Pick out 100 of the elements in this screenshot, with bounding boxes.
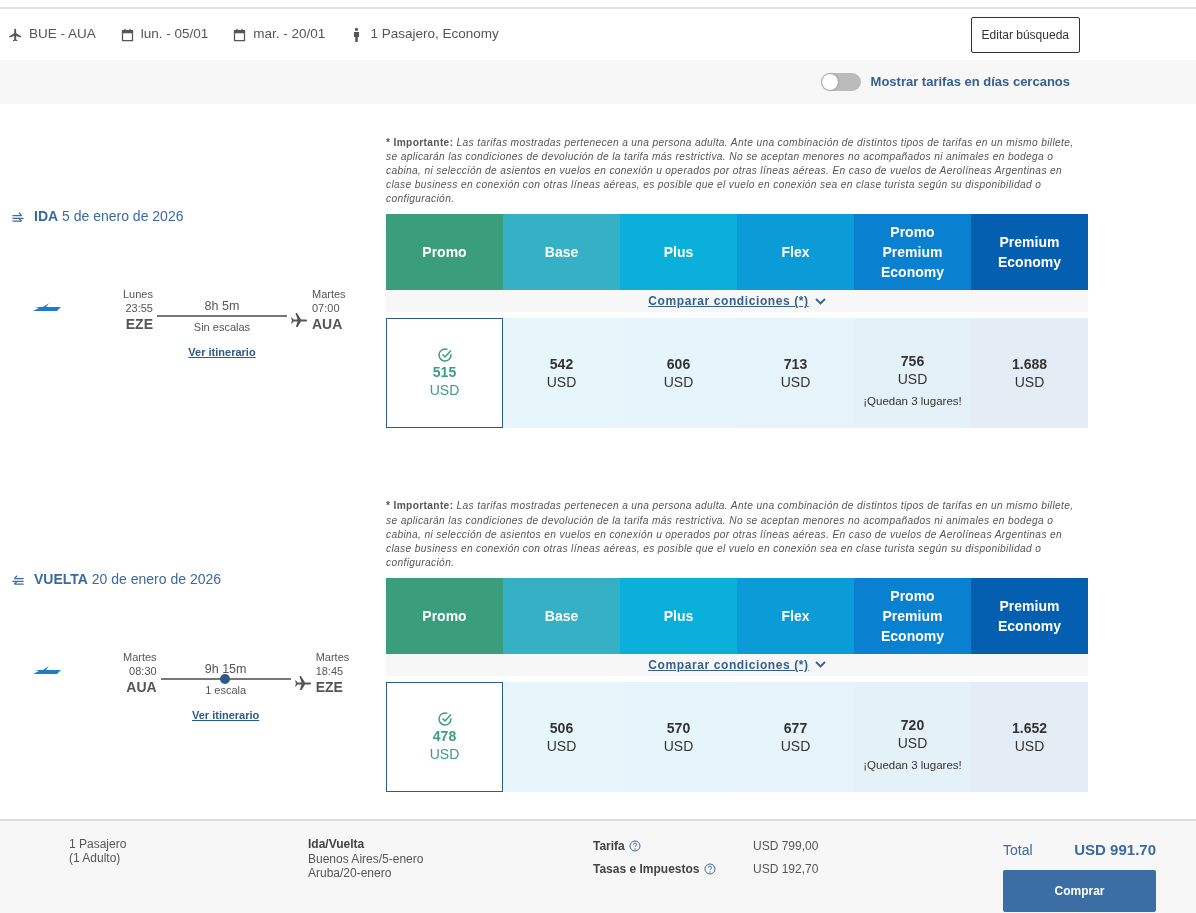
fare-header: Promo Premium Economy bbox=[854, 577, 971, 654]
fare-price: 1.688 bbox=[1011, 355, 1047, 374]
weekday-label: Martes bbox=[315, 650, 350, 665]
fare-price: 756 bbox=[900, 352, 925, 371]
calendar-icon bbox=[232, 26, 248, 43]
fare-header: Plus bbox=[620, 577, 737, 654]
fare-price: 478 bbox=[432, 726, 457, 745]
fare-price: 606 bbox=[666, 355, 691, 374]
time-label: 23:55 bbox=[125, 301, 153, 315]
charge-label: Tarifa bbox=[593, 838, 625, 855]
airport-code: AUA bbox=[312, 315, 343, 333]
check-circle-icon bbox=[436, 347, 453, 364]
currency-label: USD bbox=[1014, 373, 1045, 392]
itinerary-link[interactable]: Ver itinerario bbox=[188, 343, 256, 360]
help-icon bbox=[628, 840, 641, 852]
charge-label: Tasas e Impuestos bbox=[593, 861, 700, 878]
fare-option[interactable]: 677 USD bbox=[737, 681, 854, 792]
leg-title: IDA 5 de enero de 2026 bbox=[34, 207, 184, 226]
charge-value: USD 799,00 bbox=[753, 838, 819, 855]
fare-option[interactable]: 606 USD bbox=[620, 318, 737, 429]
plane-icon bbox=[8, 26, 23, 43]
fare-option[interactable]: 570 USD bbox=[620, 681, 737, 792]
check-circle-icon bbox=[436, 710, 453, 727]
fare-header: Flex bbox=[737, 214, 854, 291]
fare-option[interactable]: 756 USD ¡Quedan 3 lugares! bbox=[854, 318, 971, 429]
time-label: 08:30 bbox=[129, 664, 157, 679]
fare-price: 677 bbox=[783, 718, 808, 737]
fare-price: 713 bbox=[783, 355, 808, 374]
fare-price: 1.652 bbox=[1011, 718, 1047, 737]
fare-price: 720 bbox=[900, 715, 925, 734]
fare-option[interactable]: 720 USD ¡Quedan 3 lugares! bbox=[854, 681, 971, 792]
plane-icon bbox=[291, 313, 307, 327]
edit-search-button[interactable]: Editar búsqueda bbox=[970, 16, 1080, 53]
currency-label: USD bbox=[780, 373, 811, 392]
search-summary-text: BUE - AUA bbox=[29, 25, 96, 44]
chevron-down-icon bbox=[814, 661, 826, 669]
fare-option[interactable]: 506 USD bbox=[503, 681, 620, 792]
currency-label: USD bbox=[1014, 736, 1045, 755]
fare-header: Promo Premium Economy bbox=[854, 214, 971, 291]
stops-label: Sin escalas bbox=[193, 320, 251, 335]
total-label: Total bbox=[1003, 840, 1033, 860]
fare-header: Promo bbox=[386, 577, 503, 654]
fare-price: 506 bbox=[549, 718, 574, 737]
currency-label: USD bbox=[429, 381, 460, 400]
compare-link[interactable]: Comparar condiciones (*) bbox=[648, 292, 809, 311]
plane-icon bbox=[294, 676, 311, 691]
airline-logo bbox=[33, 666, 61, 675]
currency-label: USD bbox=[663, 736, 694, 755]
trip-city-label: Buenos Aires/5-enero bbox=[308, 851, 425, 866]
currency-label: USD bbox=[429, 744, 460, 763]
search-summary-text: lun. - 05/01 bbox=[140, 25, 209, 44]
airport-code: AUA bbox=[126, 678, 157, 697]
toggle-label: Mostrar tarifas en días cercanos bbox=[870, 73, 1070, 92]
weekday-label: Martes bbox=[123, 650, 157, 665]
weekday-label: Lunes bbox=[123, 287, 153, 301]
passenger-count: 1 Pasajero bbox=[69, 837, 128, 851]
airline-logo bbox=[33, 303, 61, 311]
time-label: 07:00 bbox=[312, 301, 340, 315]
fare-option[interactable]: 1.652 USD bbox=[971, 681, 1088, 792]
fare-header: Flex bbox=[737, 577, 854, 654]
help-icon bbox=[703, 863, 716, 875]
leg-title: VUELTA 20 de enero de 2026 bbox=[34, 570, 222, 590]
availability-note: ¡Quedan 3 lugares! bbox=[863, 757, 962, 773]
return-icon bbox=[10, 572, 26, 587]
fare-option[interactable]: 1.688 USD bbox=[971, 318, 1088, 429]
fare-option[interactable]: 542 USD bbox=[503, 318, 620, 429]
flight-duration: 9h 15m bbox=[204, 662, 247, 677]
fare-price: 542 bbox=[549, 355, 574, 374]
search-summary-text: mar. - 20/01 bbox=[253, 25, 326, 44]
currency-label: USD bbox=[546, 736, 577, 755]
availability-note: ¡Quedan 3 lugares! bbox=[863, 394, 962, 410]
fare-header: Base bbox=[503, 577, 620, 654]
fare-price: 570 bbox=[666, 718, 691, 737]
fare-header: Premium Economy bbox=[971, 214, 1088, 291]
toggle-switch[interactable] bbox=[820, 73, 861, 91]
fare-price: 515 bbox=[432, 363, 457, 382]
itinerary-link[interactable]: Ver itinerario bbox=[192, 706, 260, 724]
currency-label: USD bbox=[663, 373, 694, 392]
time-label: 18:45 bbox=[315, 664, 344, 679]
fare-disclaimer: * Importante: Las tarifas mostradas pertenecen a una persona adulta. Ante una combinación de distintos tipos de tarifas en un mismo billete, se aplicarán las condiciones de devolución de la tarifa más restrictiva. No se aceptan menores no acompañados ni animales en bodega o cabina, ni selección de asientos en vuelos en conexión u operados por otras líneas aéreas. En caso de vuelos de Aerolíneas Argentinas en clase business en conexión con otras líneas aéreas, es posible que el vuelo en conexión sea en clase turista según su disponibilidad o configuración. bbox=[386, 499, 1075, 570]
airport-code: EZE bbox=[315, 678, 343, 697]
fare-option[interactable]: 713 USD bbox=[737, 318, 854, 429]
fare-header: Plus bbox=[620, 214, 737, 291]
flight-duration: 8h 5m bbox=[204, 299, 240, 313]
fare-header: Promo bbox=[386, 214, 503, 291]
search-summary-text: 1 Pasajero, Economy bbox=[370, 25, 499, 44]
chevron-down-icon bbox=[814, 297, 826, 305]
departure-icon bbox=[10, 209, 26, 224]
trip-type: Ida/Vuelta bbox=[308, 837, 366, 852]
calendar-icon bbox=[119, 26, 135, 43]
stops-label: 1 escala bbox=[205, 683, 247, 699]
fare-header: Premium Economy bbox=[971, 577, 1088, 654]
currency-label: USD bbox=[546, 373, 577, 392]
currency-label: USD bbox=[780, 736, 811, 755]
passenger-count: (1 Adulto) bbox=[69, 851, 122, 865]
airport-code: EZE bbox=[125, 315, 153, 333]
compare-link[interactable]: Comparar condiciones (*) bbox=[648, 655, 809, 674]
trip-city-label: Aruba/20-enero bbox=[308, 866, 393, 881]
total-amount: USD 991.70 bbox=[1074, 840, 1156, 860]
buy-button[interactable]: Comprar bbox=[1003, 869, 1156, 912]
